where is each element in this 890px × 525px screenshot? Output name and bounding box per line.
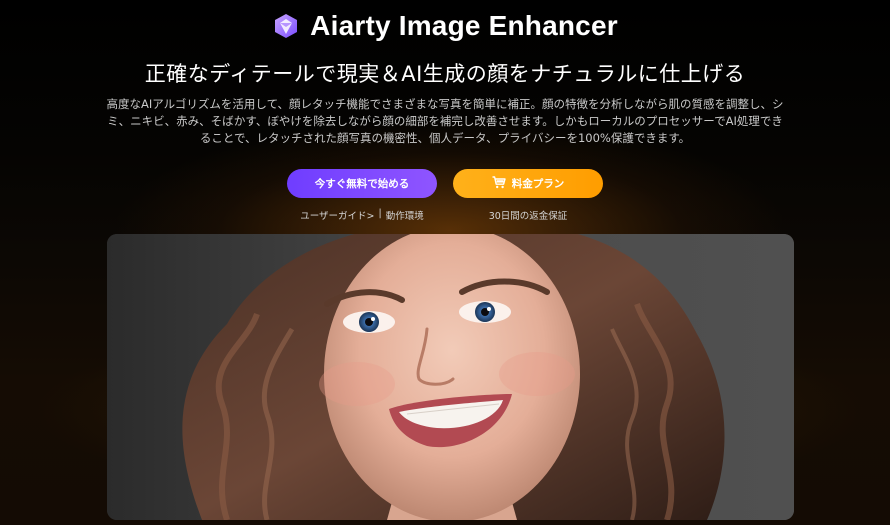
user-guide-link[interactable]: ユーザーガイド> — [300, 208, 374, 222]
cta-row: 今すぐ無料で始める ユーザーガイド> | 動作環境 料金プラン 30日間の返金保… — [0, 169, 890, 222]
pricing-label: 料金プラン — [511, 178, 565, 190]
start-free-button[interactable]: 今すぐ無料で始める — [287, 169, 437, 198]
pricing-button[interactable]: 料金プラン — [453, 169, 603, 198]
money-back-guarantee: 30日間の返金保証 — [488, 211, 568, 222]
app-title: Aiarty Image Enhancer — [310, 10, 618, 41]
start-sublinks: ユーザーガイド> | 動作環境 — [300, 208, 424, 222]
hero-portrait-image — [107, 234, 794, 520]
cta-start-column: 今すぐ無料で始める ユーザーガイド> | 動作環境 — [287, 169, 437, 222]
hero-description: 高度なAIアルゴリズムを活用して、顔レタッチ機能でさまざまな写真を簡単に補正。顔… — [106, 97, 784, 145]
system-requirements-link[interactable]: 動作環境 — [386, 208, 424, 222]
start-free-label: 今すぐ無料で始める — [314, 178, 410, 190]
cta-pricing-column: 料金プラン 30日間の返金保証 — [453, 169, 603, 222]
page-headline: 正確なディテールで現実＆AI生成の顔をナチュラルに仕上げる — [144, 62, 746, 86]
header: Aiarty Image Enhancer — [0, 10, 890, 42]
pricing-sublinks: 30日間の返金保証 — [489, 208, 568, 222]
link-separator: | — [378, 208, 382, 219]
hexagon-logo-icon — [272, 12, 300, 40]
cart-icon — [492, 175, 506, 192]
